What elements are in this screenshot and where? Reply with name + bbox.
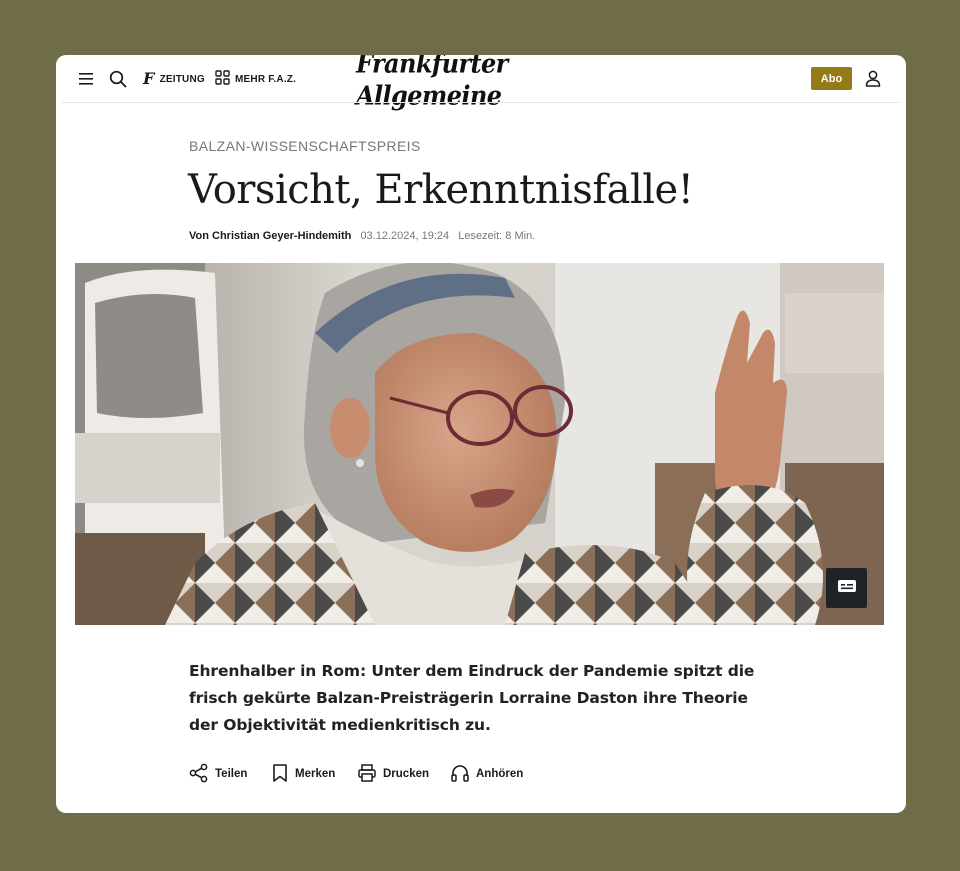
subtitles-icon [837,579,857,598]
top-navigation: F ZEITUNG MEHR F.A.Z. Frankfurter Allgem… [56,55,906,111]
header-divider [62,102,900,103]
menu-icon[interactable] [76,69,96,89]
grid-icon [215,70,230,88]
zeitung-label: ZEITUNG [159,73,205,85]
article-meta: Von Christian Geyer-Hindemith 03.12.2024… [189,230,535,242]
article-hero-image[interactable] [75,263,884,625]
article-author[interactable]: Von Christian Geyer-Hindemith [189,230,351,242]
search-icon[interactable] [107,68,129,90]
print-label: Drucken [383,768,430,780]
listen-button[interactable]: Anhören [450,763,523,785]
listen-label: Anhören [476,768,524,780]
user-icon[interactable] [863,68,883,88]
print-button[interactable]: Drucken [357,763,429,785]
print-icon [357,763,377,786]
article-lead: Ehrenhalber in Rom: Unter dem Eindruck d… [189,662,755,734]
share-icon [189,763,209,786]
article-title: Vorsicht, Erkenntnisfalle! [188,167,694,213]
article-date: 03.12.2024, 19:24 [360,230,450,242]
headphones-icon [450,763,470,786]
faz-f-icon: F [143,69,155,88]
bookmark-icon [271,763,289,786]
bookmark-button[interactable]: Merken [271,763,335,785]
mehr-faz-link[interactable]: MEHR F.A.Z. [215,70,297,88]
mehr-faz-label: MEHR F.A.Z. [235,73,297,85]
share-button[interactable]: Teilen [189,763,247,785]
image-caption-button[interactable] [826,568,867,608]
reading-time: Lesezeit: 8 Min. [458,230,536,242]
share-label: Teilen [215,768,248,780]
bookmark-label: Merken [295,768,336,780]
zeitung-link[interactable]: F ZEITUNG [143,71,205,87]
faz-logo[interactable]: Frankfurter Allgemeine [356,55,606,111]
article-card: F ZEITUNG MEHR F.A.Z. Frankfurter Allgem… [56,55,906,813]
article-kicker[interactable]: BALZAN-WISSENSCHAFTSPREIS [189,138,421,154]
abo-button[interactable]: Abo [811,67,852,90]
